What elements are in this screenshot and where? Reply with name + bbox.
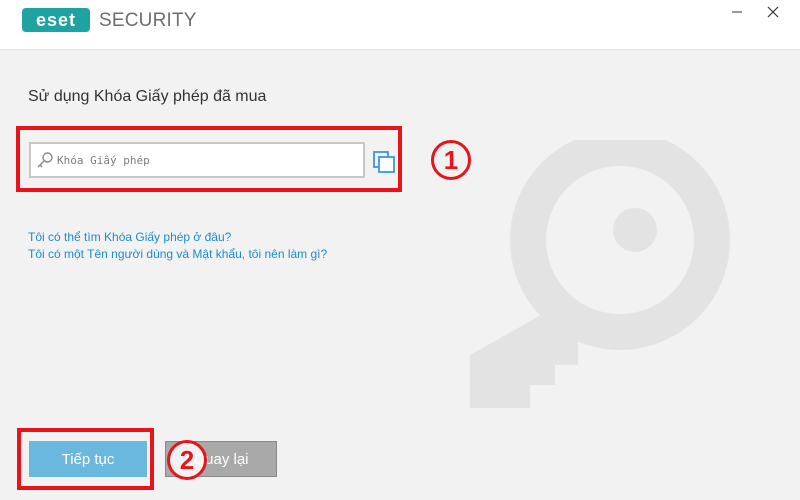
step-1-badge: 1 xyxy=(431,140,471,180)
brand-title: SECURITY xyxy=(99,10,197,31)
help-links: Tôi có thể tìm Khóa Giấy phép ở đâu? Tôi… xyxy=(28,229,327,263)
link-find-license-key[interactable]: Tôi có thể tìm Khóa Giấy phép ở đâu? xyxy=(28,229,327,246)
link-username-password[interactable]: Tôi có một Tên người dùng và Mật khẩu, t… xyxy=(28,246,327,263)
close-button[interactable] xyxy=(750,0,796,24)
step-2-badge: 2 xyxy=(167,440,207,480)
logo-text: eset xyxy=(36,10,76,30)
highlight-continue-button xyxy=(17,428,154,490)
close-icon xyxy=(767,6,779,18)
highlight-license-field xyxy=(16,126,402,192)
minimize-icon xyxy=(732,11,742,13)
key-watermark-icon xyxy=(470,140,730,408)
eset-logo: eset xyxy=(22,8,90,32)
page-title: Sử dụng Khóa Giấy phép đã mua xyxy=(28,88,267,105)
title-bar: eset SECURITY xyxy=(0,0,800,50)
